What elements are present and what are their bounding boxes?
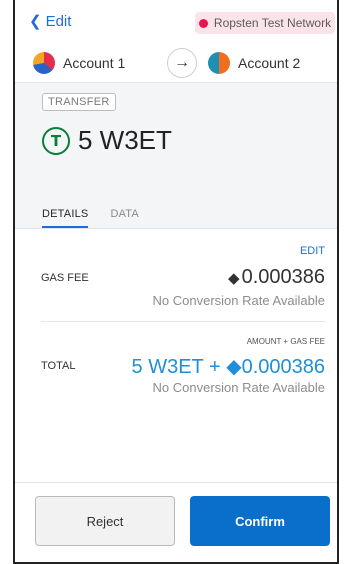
confirm-button[interactable]: Confirm — [190, 496, 330, 546]
details-tabs: DETAILS DATA — [42, 208, 139, 228]
ethereum-icon: ◆ — [228, 269, 240, 287]
sender-recipient-bar: Account 1 → Account 2 — [15, 42, 337, 83]
recipient-account[interactable]: Account 2 — [208, 52, 300, 74]
amount-value: 5 W3ET — [78, 125, 172, 155]
divider — [41, 321, 325, 322]
total-no-conversion-rate: No Conversion Rate Available — [152, 380, 325, 395]
network-label: Ropsten Test Network — [213, 16, 332, 30]
tab-details[interactable]: DETAILS — [42, 208, 89, 228]
edit-gas-button[interactable]: EDIT — [300, 245, 325, 257]
top-bar: ❮ Edit Ropsten Test Network — [15, 0, 337, 42]
action-tag: TRANSFER — [42, 93, 116, 111]
details-panel: EDIT GAS FEE ◆ 0.000386 No Conversion Rat… — [15, 228, 337, 483]
total-value: 5 W3ET + ◆0.000386 — [131, 356, 325, 378]
network-badge[interactable]: Ropsten Test Network — [195, 12, 335, 34]
tab-data[interactable]: DATA — [110, 208, 139, 228]
sender-account-name: Account 1 — [63, 55, 126, 71]
sender-avatar-icon — [33, 52, 55, 74]
transaction-summary: TRANSFER T 5 W3ET — [15, 83, 337, 228]
gas-no-conversion-rate: No Conversion Rate Available — [152, 293, 325, 308]
gas-fee-value: 0.000386 — [241, 266, 325, 288]
amount-plus-gas-label: AMOUNT + GAS FEE — [246, 337, 325, 346]
reject-button[interactable]: Reject — [35, 496, 175, 546]
transfer-amount: T 5 W3ET — [42, 125, 172, 156]
back-edit-link[interactable]: ❮ Edit — [29, 13, 71, 30]
gas-fee-amount: ◆ 0.000386 — [228, 266, 325, 289]
recipient-avatar-icon — [208, 52, 230, 74]
confirm-transaction-popup: ❮ Edit Ropsten Test Network Account 1 → … — [13, 0, 339, 564]
action-footer: Reject Confirm — [15, 482, 337, 562]
chevron-left-icon: ❮ — [29, 13, 42, 30]
total-label: TOTAL — [41, 360, 76, 372]
arrow-right-icon: → — [167, 48, 197, 78]
recipient-account-name: Account 2 — [238, 55, 301, 71]
token-icon: T — [42, 126, 70, 155]
network-status-dot-icon — [198, 18, 208, 28]
gas-fee-label: GAS FEE — [41, 272, 89, 284]
back-edit-label: Edit — [45, 13, 72, 30]
sender-account[interactable]: Account 1 — [33, 52, 125, 74]
